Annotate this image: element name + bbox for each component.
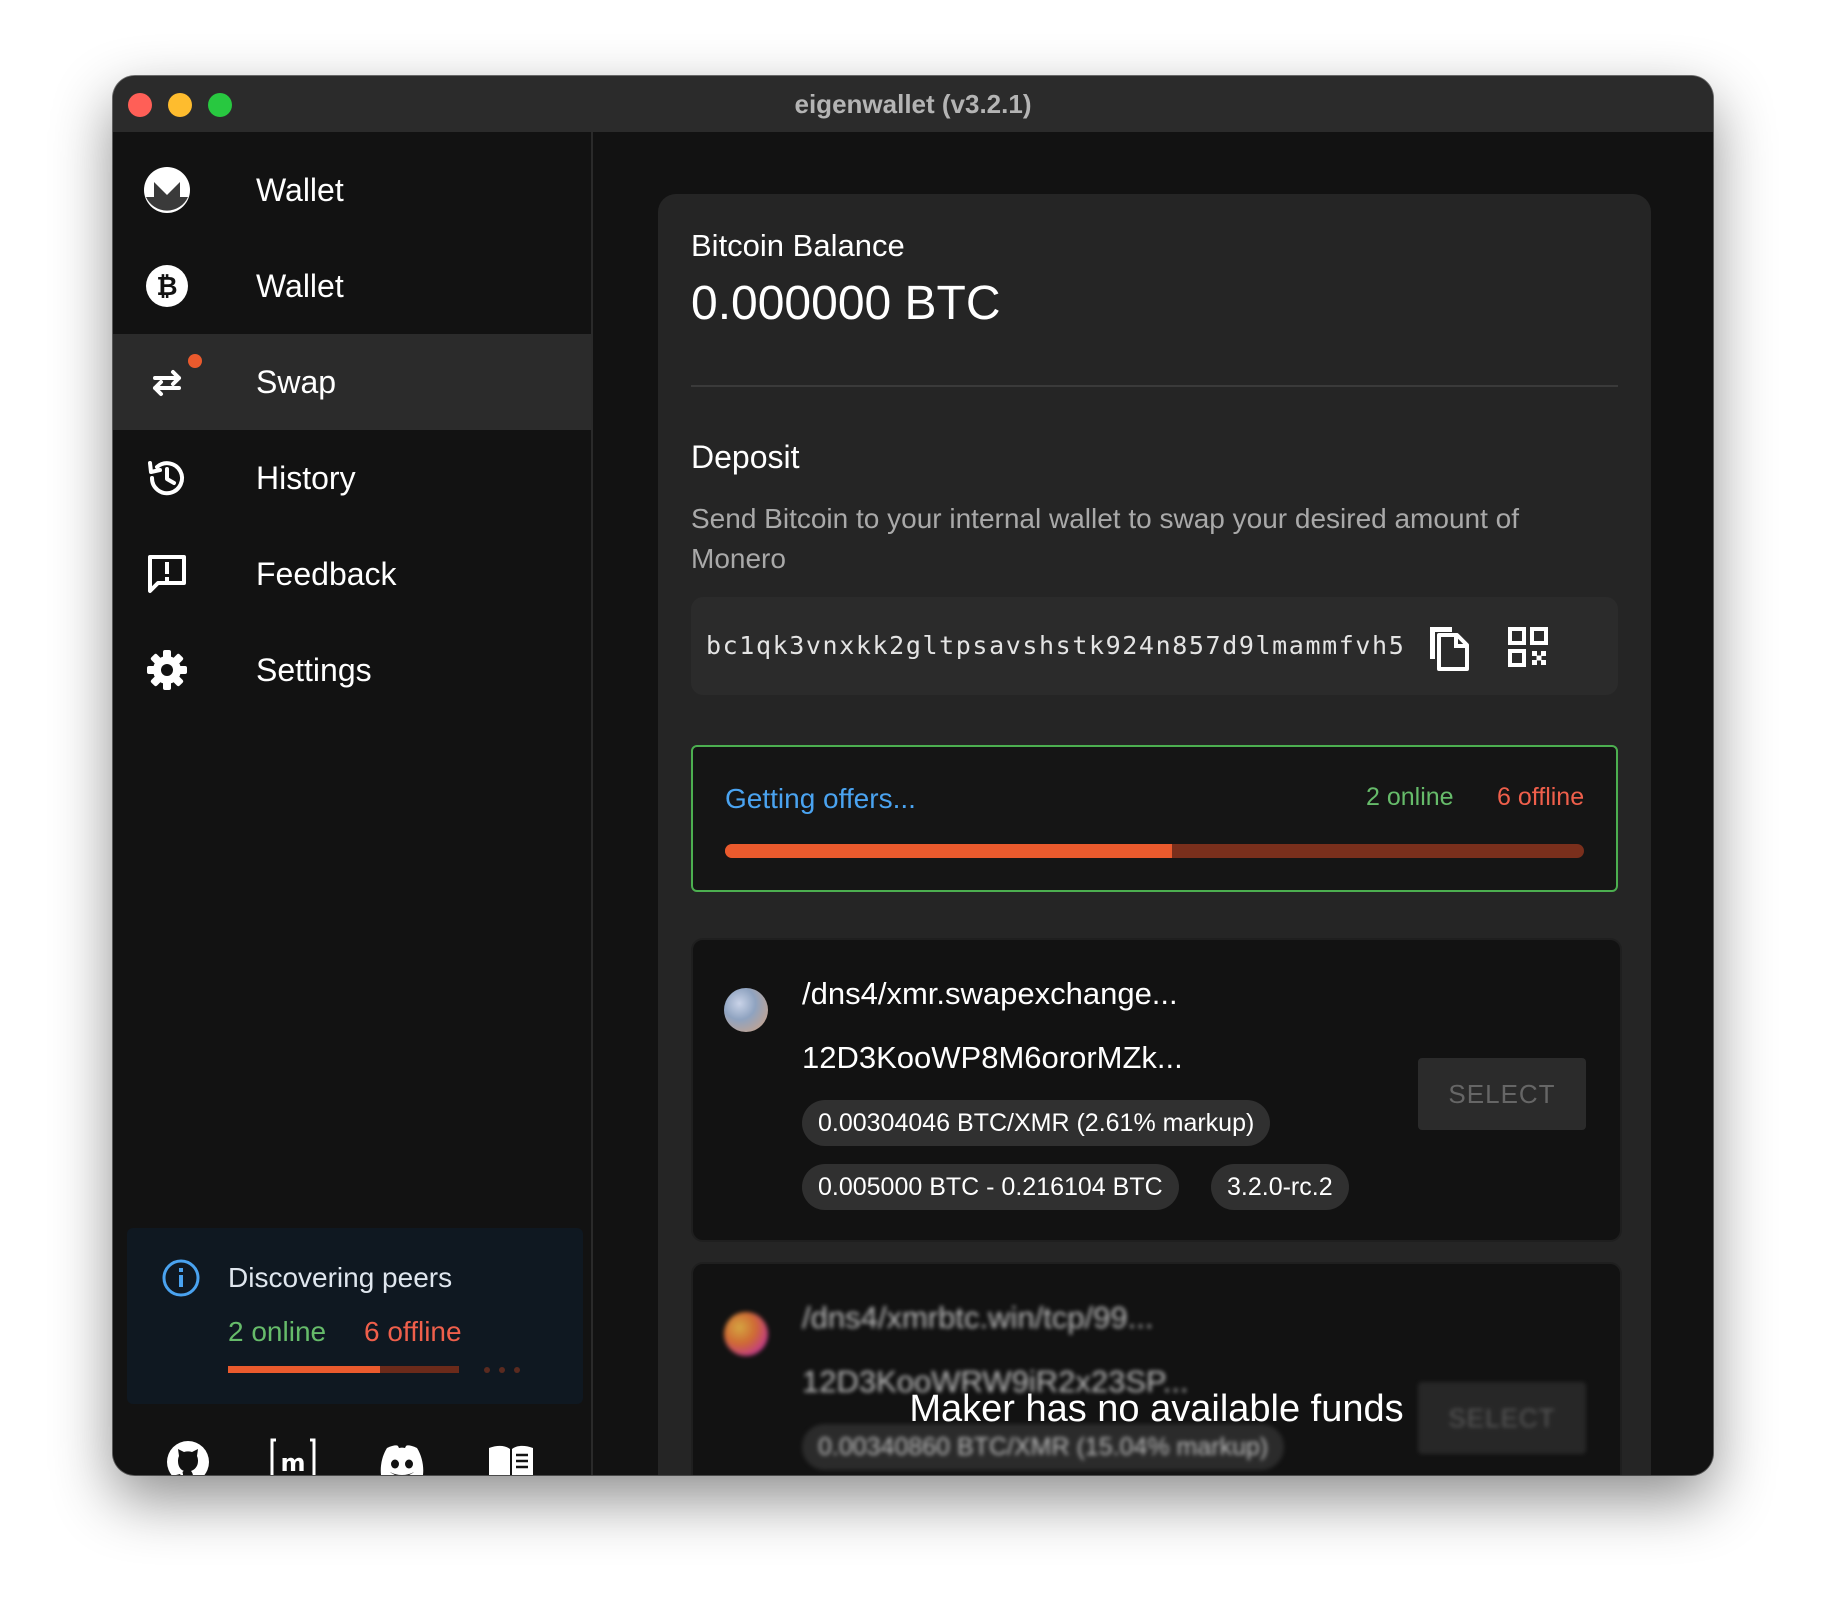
range-chip: 0.005000 BTC - 0.216104 BTC [802, 1164, 1179, 1210]
offers-progress-bar [725, 844, 1584, 858]
maker-avatar [724, 1312, 768, 1356]
peer-online-count: 2 online [228, 1316, 327, 1347]
bitcoin-wallet-card: Bitcoin Balance 0.000000 BTC Deposit Sen… [658, 194, 1651, 1475]
svg-text:₿: ₿ [156, 272, 177, 302]
monero-icon [143, 166, 191, 214]
notification-dot [188, 354, 202, 368]
swap-icon [143, 358, 191, 406]
peer-offline-count: 6 offline [364, 1316, 462, 1347]
balance-value: 0.000000 BTC [691, 277, 1001, 330]
maker-offer-card: /dns4/xmr.swapexchange... 12D3KooWP8M6or… [691, 938, 1622, 1242]
sidebar-item-label: Swap [256, 364, 337, 400]
sidebar: Wallet ₿ Wallet Swap History Feedback Se… [113, 132, 593, 1475]
sidebar-item-feedback[interactable]: Feedback [113, 526, 591, 622]
sidebar-item-settings[interactable]: Settings [113, 622, 591, 718]
github-icon[interactable] [163, 1437, 213, 1475]
matrix-icon[interactable]: m [268, 1437, 318, 1475]
sidebar-item-label: Wallet [256, 268, 344, 304]
app-window: eigenwallet (v3.2.1) Wallet ₿ Wallet Swa… [113, 76, 1713, 1475]
title-bar: eigenwallet (v3.2.1) [113, 76, 1713, 133]
offers-status-text: Getting offers... [725, 783, 916, 814]
maker-offer-card: /dns4/xmrbtc.win/tcp/99... 12D3KooWRW9iR… [691, 1262, 1622, 1475]
info-icon [161, 1258, 201, 1298]
offers-status-panel: Getting offers... 2 online 6 offline [691, 745, 1618, 892]
deposit-address-box: bc1qk3vnxkk2gltpsavshstk924n857d9lmammfv… [691, 597, 1618, 695]
peer-status-title: Discovering peers [228, 1262, 453, 1293]
select-button[interactable]: SELECT [1418, 1058, 1586, 1130]
peer-discovery-status: Discovering peers 2 online 6 offline [127, 1228, 583, 1404]
gear-icon [143, 646, 191, 694]
rate-chip: 0.00304046 BTC/XMR (2.61% markup) [802, 1100, 1271, 1146]
peer-progress-fill [228, 1366, 380, 1373]
progress-dot [514, 1367, 520, 1373]
offers-online-count: 2 online [1366, 783, 1454, 811]
offers-offline-count: 6 offline [1497, 783, 1585, 811]
sidebar-item-label: Wallet [256, 172, 344, 208]
maker-unavailable-message: Maker has no available funds [909, 1388, 1404, 1430]
sidebar-item-monero-wallet[interactable]: Wallet [113, 142, 591, 238]
maker-peer-id: 12D3KooWP8M6ororMZk... [802, 1040, 1183, 1075]
feedback-icon [143, 550, 191, 598]
window-title: eigenwallet (v3.2.1) [794, 89, 1032, 119]
qr-code-icon[interactable] [1508, 627, 1548, 667]
copy-icon[interactable] [1424, 623, 1472, 671]
deposit-description: Send Bitcoin to your internal wallet to … [691, 503, 1520, 574]
main-content: Bitcoin Balance 0.000000 BTC Deposit Sen… [593, 132, 1713, 1475]
peer-progress-bar [228, 1366, 459, 1373]
bitcoin-icon: ₿ [143, 262, 191, 310]
sidebar-item-history[interactable]: History [113, 430, 591, 526]
history-icon [143, 454, 191, 502]
svg-text:m: m [280, 1449, 305, 1475]
deposit-title: Deposit [691, 439, 800, 475]
sidebar-item-label: History [256, 460, 356, 496]
discord-icon[interactable] [377, 1437, 427, 1475]
deposit-address[interactable]: bc1qk3vnxkk2gltpsavshstk924n857d9lmammfv… [706, 597, 1405, 695]
balance-label: Bitcoin Balance [691, 228, 905, 263]
progress-dot [484, 1367, 490, 1373]
sidebar-item-label: Feedback [256, 556, 397, 592]
sidebar-item-label: Settings [256, 652, 372, 688]
maker-address: /dns4/xmrbtc.win/tcp/99... [802, 1300, 1154, 1335]
sidebar-item-bitcoin-wallet[interactable]: ₿ Wallet [113, 238, 591, 334]
maker-address: /dns4/xmr.swapexchange... [802, 976, 1178, 1011]
offers-progress-fill [725, 844, 1172, 858]
sidebar-item-swap[interactable]: Swap [113, 334, 591, 430]
peer-progress-track [380, 1366, 459, 1373]
maker-offer-content: /dns4/xmrbtc.win/tcp/99... 12D3KooWRW9iR… [693, 1264, 1620, 1475]
divider [691, 385, 1618, 387]
version-chip: 3.2.0-rc.2 [1211, 1164, 1349, 1210]
maker-avatar [724, 988, 768, 1032]
progress-dot [499, 1367, 505, 1373]
docs-icon[interactable] [486, 1437, 536, 1475]
